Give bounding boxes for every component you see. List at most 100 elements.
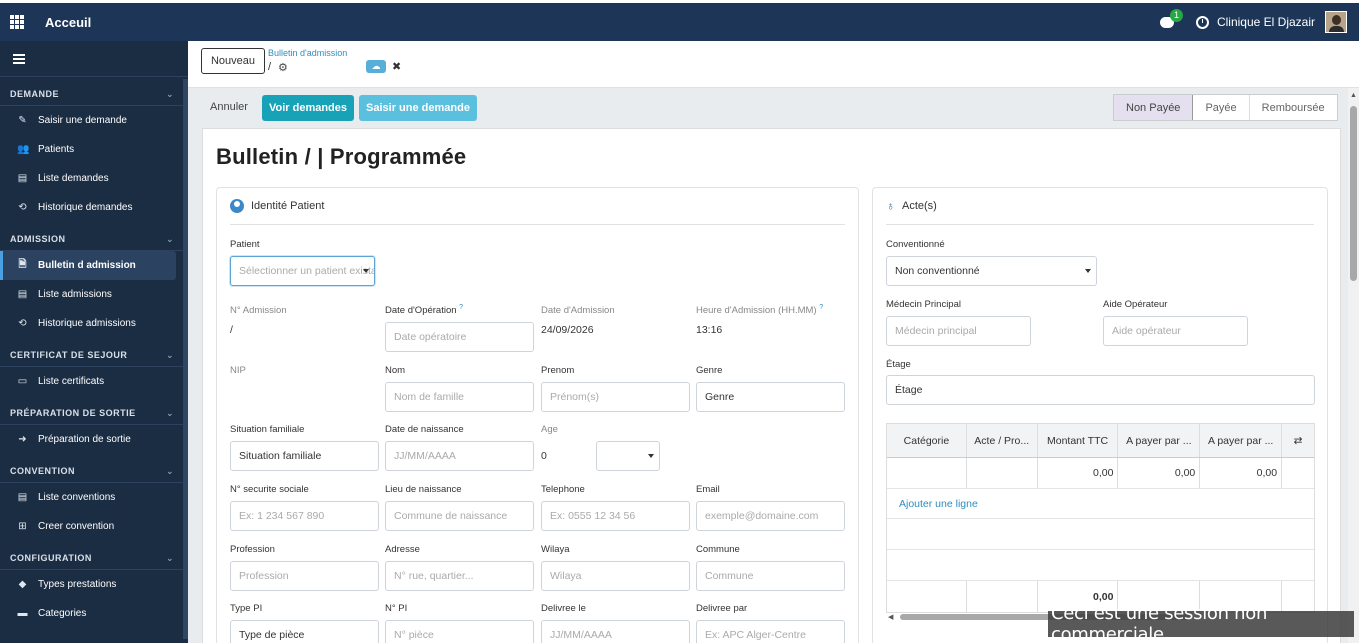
- sidebar-item[interactable]: ✎ Saisir une demande: [0, 106, 188, 135]
- new-button[interactable]: Nouveau: [201, 48, 265, 74]
- birth-date-label: Date de naissance: [385, 424, 464, 435]
- enter-request-button[interactable]: Saisir une demande: [359, 95, 477, 121]
- clock-icon[interactable]: [1195, 15, 1209, 29]
- chat-icon[interactable]: 1: [1159, 9, 1183, 29]
- doctor-input[interactable]: Médecin principal: [886, 316, 1031, 346]
- sidebar-item[interactable]: ▤ Liste conventions: [0, 483, 188, 512]
- sidebar-section-header[interactable]: CONFIGURATION ⌄: [0, 547, 188, 570]
- avatar[interactable]: [1325, 11, 1347, 33]
- admission-date-label: Date d'Admission: [541, 305, 615, 316]
- nom-input[interactable]: Nom de famille: [385, 382, 534, 412]
- hamburger-icon: [13, 53, 25, 64]
- sidebar-section-header[interactable]: CONVENTION ⌄: [0, 460, 188, 483]
- sidebar-item-icon: 👥: [17, 144, 30, 155]
- gear-icon[interactable]: ⚙: [278, 61, 288, 74]
- sidebar-item[interactable]: ▬ Categories: [0, 599, 188, 628]
- sidebar-item[interactable]: ⟲ Historique demandes: [0, 193, 188, 222]
- scroll-left-icon[interactable]: ◀: [888, 613, 893, 621]
- status-payee[interactable]: Payée: [1193, 95, 1250, 120]
- help-icon[interactable]: ?: [819, 304, 823, 311]
- birth-place-input[interactable]: Commune de naissance: [385, 501, 534, 531]
- sidebar-item[interactable]: ⟲ Historique admissions: [0, 309, 188, 338]
- discard-icon[interactable]: ✖: [392, 60, 401, 73]
- admission-no-value: /: [230, 324, 233, 336]
- scrollbar-thumb[interactable]: [1350, 106, 1357, 281]
- chevron-down-icon: ⌄: [165, 233, 174, 244]
- col-payer-2[interactable]: A payer par ...: [1200, 424, 1283, 457]
- aide-label: Aide Opérateur: [1103, 299, 1168, 310]
- sidebar-section-header[interactable]: ADMISSION ⌄: [0, 228, 188, 251]
- status-non-payee[interactable]: Non Payée: [1114, 95, 1194, 120]
- sidebar-item-icon: ⟲: [18, 318, 27, 329]
- sidebar-item[interactable]: ▤ Liste admissions: [0, 280, 188, 309]
- chevron-down-icon: ⌄: [165, 349, 174, 360]
- prenom-input[interactable]: Prénom(s): [541, 382, 690, 412]
- col-categorie[interactable]: Catégorie: [887, 424, 967, 457]
- delivered-on-label: Delivree le: [541, 603, 586, 614]
- section-title: DEMANDE: [10, 89, 60, 99]
- view-requests-button[interactable]: Voir demandes: [262, 95, 354, 121]
- identity-card: Identité Patient Patient Sélectionner un…: [216, 187, 859, 643]
- sidebar-item[interactable]: 🗎 Bulletin d admission: [0, 251, 176, 280]
- secu-input[interactable]: Ex: 1 234 567 890: [230, 501, 379, 531]
- id-type-select[interactable]: Type de pièce: [230, 620, 379, 643]
- column-settings-icon[interactable]: ⇄: [1282, 424, 1314, 457]
- profession-input[interactable]: Profession: [230, 561, 379, 591]
- wilaya-input[interactable]: Wilaya: [541, 561, 690, 591]
- sidebar-item-label: Types prestations: [38, 579, 117, 590]
- scroll-up-icon[interactable]: ▲: [1350, 92, 1357, 99]
- page-vertical-scrollbar[interactable]: ▲: [1348, 88, 1359, 643]
- cloud-save-icon[interactable]: ☁: [366, 60, 386, 73]
- sidebar-section-header[interactable]: DEMANDE ⌄: [0, 83, 188, 106]
- table-row[interactable]: 0,00 0,00 0,00: [887, 458, 1314, 489]
- sidebar-scrollbar[interactable]: [183, 79, 188, 639]
- delivered-by-input[interactable]: Ex: APC Alger-Centre: [696, 620, 845, 643]
- patient-select[interactable]: Sélectionner un patient existant: [230, 256, 375, 286]
- menu-toggle-button[interactable]: [0, 41, 188, 77]
- apps-grid-icon[interactable]: [10, 15, 24, 29]
- page-title: Bulletin / | Programmée: [216, 144, 467, 169]
- sidebar-item[interactable]: ➜ Préparation de sortie: [0, 425, 188, 454]
- sidebar-item[interactable]: ▤ Liste demandes: [0, 164, 188, 193]
- chevron-down-icon: ⌄: [165, 465, 174, 476]
- genre-select[interactable]: Genre: [696, 382, 845, 412]
- section-title: CONVENTION: [10, 466, 76, 476]
- sidebar-section-header[interactable]: PRÉPARATION DE SORTIE ⌄: [0, 402, 188, 425]
- situation-select[interactable]: Situation familiale: [230, 441, 379, 471]
- aide-input[interactable]: Aide opérateur: [1103, 316, 1248, 346]
- birth-date-input[interactable]: JJ/MM/AAAA: [385, 441, 534, 471]
- delivered-on-input[interactable]: JJ/MM/AAAA: [541, 620, 690, 643]
- commune-input[interactable]: Commune: [696, 561, 845, 591]
- dropdown-caret-icon: [1085, 269, 1091, 273]
- status-remboursee[interactable]: Remboursée: [1250, 95, 1337, 120]
- sidebar-item[interactable]: ⊞ Creer convention: [0, 512, 188, 541]
- company-switcher[interactable]: Clinique El Djazair: [1217, 15, 1315, 29]
- col-acte[interactable]: Acte / Pro...: [967, 424, 1038, 457]
- help-icon[interactable]: ?: [459, 304, 463, 311]
- id-no-input[interactable]: N° pièce: [385, 620, 534, 643]
- conventionne-select[interactable]: Non conventionné: [886, 256, 1097, 286]
- email-input[interactable]: exemple@domaine.com: [696, 501, 845, 531]
- conventionne-value: Non conventionné: [895, 265, 980, 277]
- chevron-down-icon: ⌄: [165, 552, 174, 563]
- floor-select[interactable]: Étage: [886, 375, 1315, 405]
- phone-input[interactable]: Ex: 0555 12 34 56: [541, 501, 690, 531]
- sidebar-section-header[interactable]: CERTIFICAT DE SEJOUR ⌄: [0, 344, 188, 367]
- user-circle-icon: [230, 199, 244, 213]
- cancel-button[interactable]: Annuler: [210, 101, 248, 113]
- add-line-link[interactable]: Ajouter une ligne: [887, 489, 1314, 519]
- sidebar-item[interactable]: ▭ Liste certificats: [0, 367, 188, 396]
- address-input[interactable]: N° rue, quartier...: [385, 561, 534, 591]
- sidebar-item-icon: ✎: [18, 115, 27, 126]
- col-montant[interactable]: Montant TTC: [1038, 424, 1119, 457]
- operation-date-input[interactable]: Date opératoire: [385, 322, 534, 352]
- sidebar-item[interactable]: 👥 Patients: [0, 135, 188, 164]
- age-unit-select[interactable]: [596, 441, 660, 471]
- admission-time-label: Heure d'Admission (HH.MM) ?: [696, 304, 824, 317]
- sidebar-item[interactable]: ◆ Types prestations: [0, 570, 188, 599]
- sidebar-item-icon: ▬: [17, 608, 28, 619]
- breadcrumb-link[interactable]: Bulletin d'admission: [268, 48, 347, 58]
- breadcrumb-bar: Nouveau Bulletin d'admission / ⚙ ☁ ✖: [188, 41, 1359, 88]
- app-title[interactable]: Acceuil: [45, 15, 91, 30]
- col-payer-1[interactable]: A payer par ...: [1118, 424, 1201, 457]
